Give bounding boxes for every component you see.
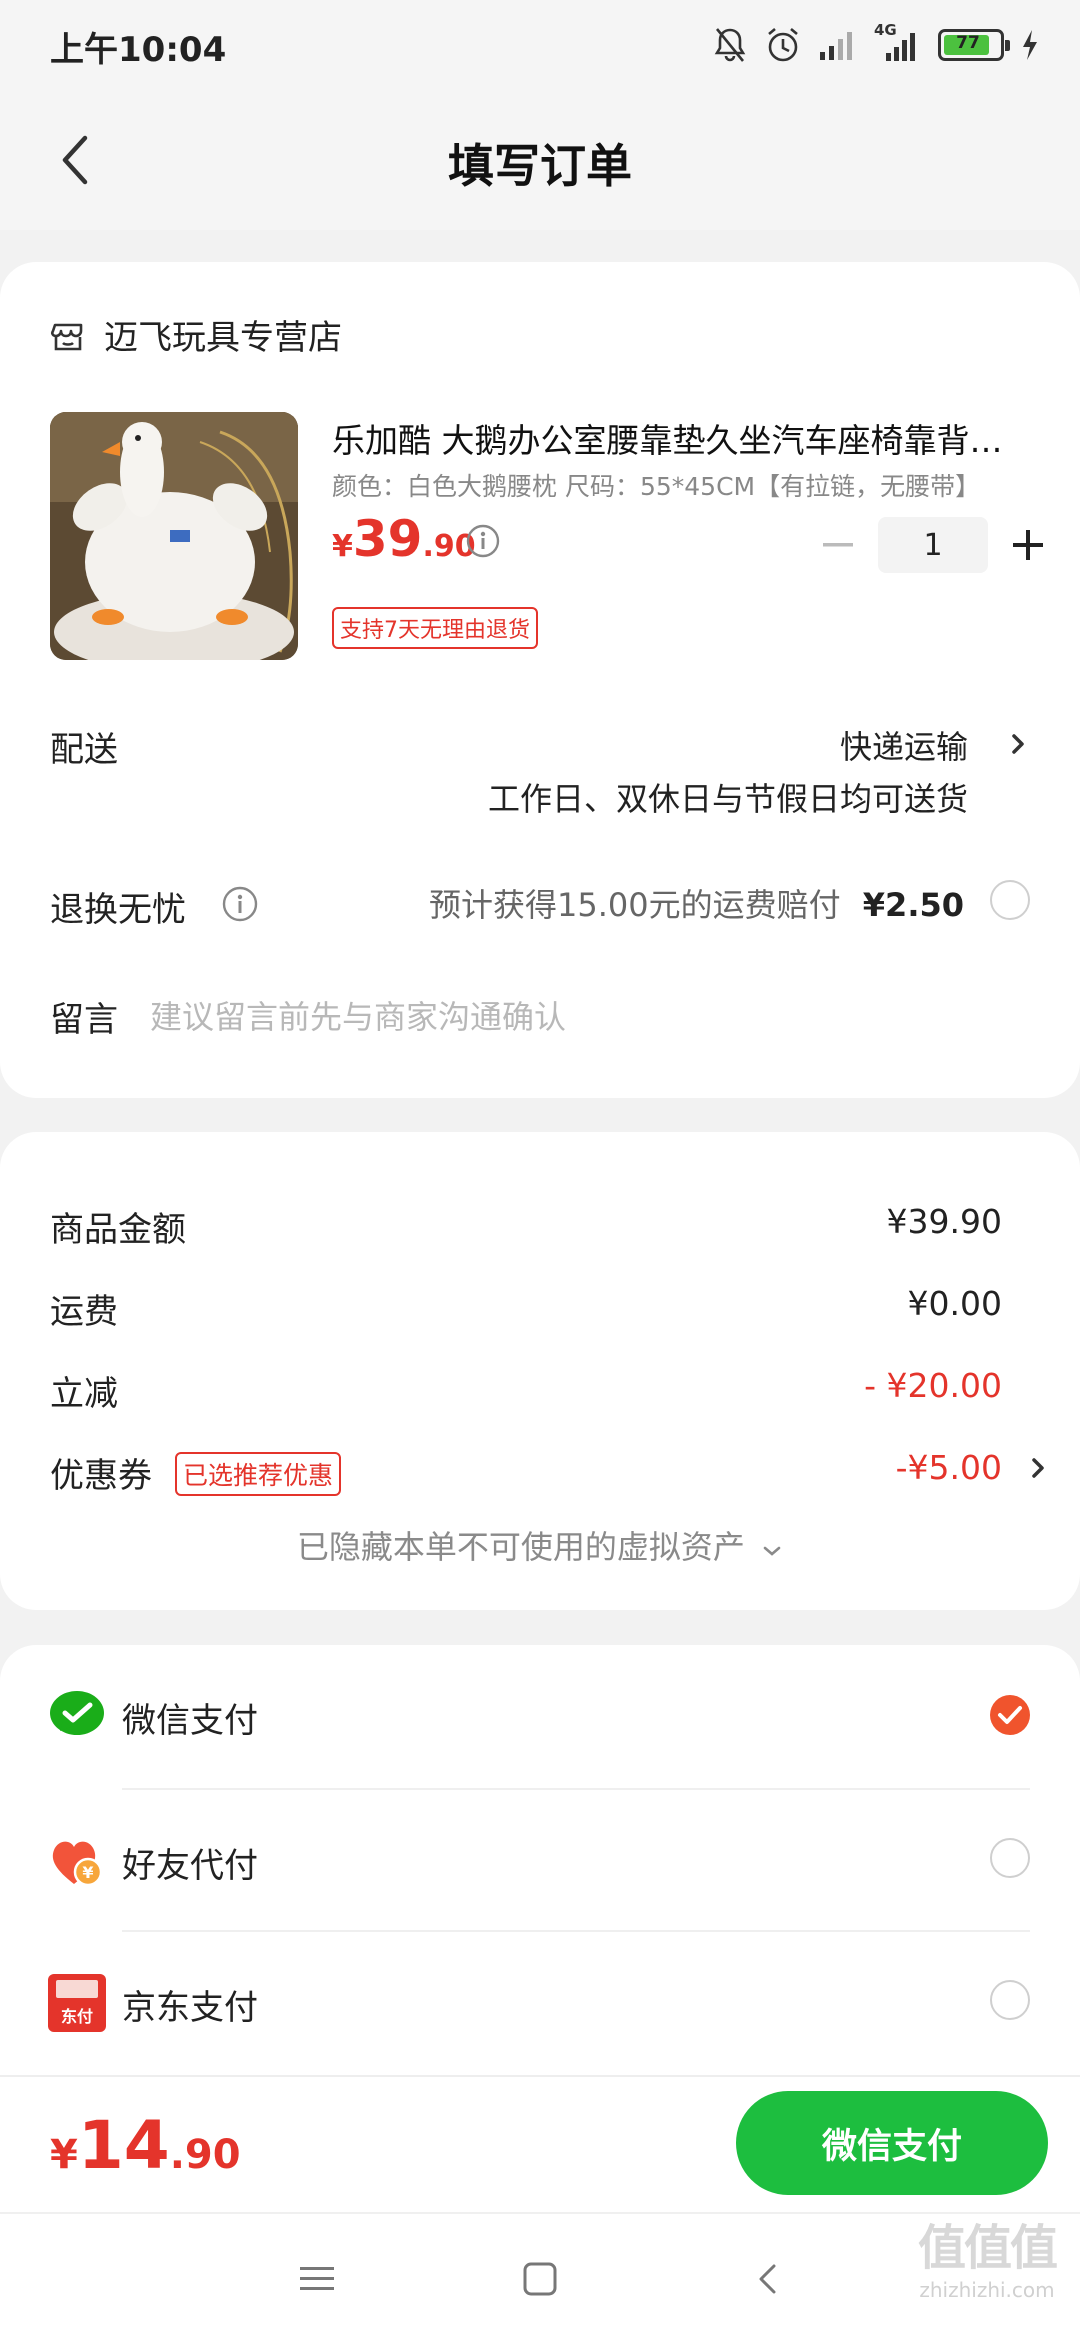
watermark: 值值值 zhizhizhi.com xyxy=(912,2208,1062,2328)
goods-amount-label: 商品金额 xyxy=(50,1210,186,1250)
delivery-label: 配送 xyxy=(50,730,118,770)
page-title: 填写订单 xyxy=(448,139,632,193)
wechat-pay-button[interactable]: 微信支付 xyxy=(736,2091,1048,2195)
price-integer: 39 xyxy=(352,510,423,568)
quantity-stepper: 1 xyxy=(808,517,1058,573)
jd-pay-icon: 东付 xyxy=(48,1974,106,2032)
status-icons: 4G 77 xyxy=(712,21,1040,68)
home-button[interactable] xyxy=(515,2254,565,2304)
return-insurance-label: 退换无忧 xyxy=(50,890,186,930)
return-insurance-description: 预计获得15.00元的运费赔付 ¥2.50 xyxy=(429,880,964,926)
product-title[interactable]: 乐加酷 大鹅办公室腰靠垫久坐汽车座椅靠背枕床头靠枕护腰枕 xyxy=(332,414,1032,462)
order-item-card: 迈飞玩具专营店 乐加酷 大鹅办公室腰靠垫久坐汽车座椅靠背枕床头靠枕护腰枕 颜色：… xyxy=(0,262,1080,1098)
signal-icon xyxy=(820,32,852,60)
mute-bell-icon xyxy=(714,28,746,62)
system-back-button[interactable] xyxy=(742,2254,792,2304)
hidden-assets-text: 已隐藏本单不可使用的虚拟资产 xyxy=(296,1528,745,1566)
coupon-badge: 已选推荐优惠 xyxy=(175,1452,342,1496)
check-icon xyxy=(998,1706,1022,1724)
svg-text:¥: ¥ xyxy=(82,1863,93,1882)
return-insurance-radio[interactable] xyxy=(990,880,1030,920)
menu-button[interactable] xyxy=(292,2254,342,2304)
product-price: ¥39.90 xyxy=(332,510,476,568)
jd-pay-icon-text: 东付 xyxy=(60,2007,93,2026)
price-info-icon[interactable] xyxy=(466,524,500,558)
friend-pay-icon: ¥ xyxy=(52,1841,103,1887)
checkout-bar: ¥14.90 微信支付 xyxy=(0,2075,1080,2212)
discount-value: - ¥20.00 xyxy=(864,1366,1002,1405)
message-input[interactable]: 建议留言前先与商家沟通确认 xyxy=(150,992,566,1038)
payment-radio-wechat[interactable] xyxy=(990,1695,1030,1735)
total-decimal: .90 xyxy=(169,2132,241,2178)
payment-option-jd[interactable]: 东付 京东支付 xyxy=(0,1932,1080,2070)
payment-label-jd: 京东支付 xyxy=(122,1988,258,2028)
wechat-pay-icon xyxy=(50,1691,104,1735)
chevron-down-icon xyxy=(763,1546,781,1556)
alarm-icon xyxy=(768,28,798,62)
menu-icon xyxy=(300,2267,334,2290)
signal-4g-icon: 4G xyxy=(874,21,922,65)
quantity-value[interactable]: 1 xyxy=(878,517,988,573)
charging-icon xyxy=(1023,30,1037,60)
payment-label-wechat: 微信支付 xyxy=(122,1701,258,1741)
payment-radio-jd[interactable] xyxy=(990,1980,1030,2020)
coupon-label[interactable]: 优惠券 xyxy=(50,1448,152,1497)
quantity-decrease-button[interactable] xyxy=(808,517,868,573)
store-icon xyxy=(50,323,83,350)
payment-option-wechat[interactable]: 微信支付 xyxy=(0,1645,1080,1783)
payment-option-friend[interactable]: ¥ 好友代付 xyxy=(0,1790,1080,1928)
coupon-value[interactable]: -¥5.00 xyxy=(896,1448,1002,1487)
delivery-method[interactable]: 快递运输 xyxy=(840,722,968,768)
watermark-url: zhizhizhi.com xyxy=(919,2278,1055,2302)
battery-icon: 77 xyxy=(938,29,1010,61)
shipping-label: 运费 xyxy=(50,1292,118,1332)
coupon-chevron-icon[interactable] xyxy=(1026,1450,1050,1486)
price-currency: ¥ xyxy=(332,529,353,564)
battery-level: 77 xyxy=(956,33,980,53)
return-insurance-text: 预计获得15.00元的运费赔付 xyxy=(428,886,841,924)
shop-row[interactable]: 迈飞玩具专营店 xyxy=(50,310,342,359)
hidden-assets-toggle[interactable]: 已隐藏本单不可使用的虚拟资产 xyxy=(0,1522,1080,1568)
return-policy-badge: 支持7天无理由退货 xyxy=(332,607,538,649)
quantity-increase-button[interactable] xyxy=(998,517,1058,573)
return-insurance-info-icon[interactable] xyxy=(222,886,258,922)
total-integer: 14 xyxy=(77,2107,170,2184)
product-image[interactable] xyxy=(50,412,298,660)
plus-icon xyxy=(1013,530,1043,560)
shipping-value: ¥0.00 xyxy=(907,1284,1002,1323)
delivery-chevron-icon[interactable] xyxy=(1006,726,1030,762)
status-bar: 上午10:04 4G 77 xyxy=(0,0,1080,90)
status-time: 上午10:04 xyxy=(50,30,227,70)
goods-amount-value: ¥39.90 xyxy=(886,1202,1002,1241)
home-square-icon xyxy=(523,2262,557,2296)
total-currency: ¥ xyxy=(50,2132,78,2178)
payment-methods-card: 微信支付 ¥ 好友代付 东付 京东支付 xyxy=(0,1645,1080,2110)
total-amount: ¥14.90 xyxy=(50,2107,241,2184)
nav-bar: 填写订单 xyxy=(0,90,1080,230)
discount-label: 立减 xyxy=(50,1374,118,1414)
product-spec[interactable]: 颜色：白色大鹅腰枕 尺码：55*45CM【有拉链，无腰带】 xyxy=(332,467,1012,503)
shop-name: 迈飞玩具专营店 xyxy=(104,318,342,358)
back-triangle-icon xyxy=(759,2264,776,2294)
payment-label-friend: 好友代付 xyxy=(122,1846,258,1886)
delivery-note: 工作日、双休日与节假日均可送货 xyxy=(487,780,968,818)
price-summary-card: 商品金额 ¥39.90 运费 ¥0.00 立减 - ¥20.00 优惠券 已选推… xyxy=(0,1132,1080,1610)
minus-icon xyxy=(823,543,853,547)
payment-radio-friend[interactable] xyxy=(990,1838,1030,1878)
message-label: 留言 xyxy=(50,1000,118,1040)
return-insurance-price: ¥2.50 xyxy=(862,886,964,924)
watermark-logo: 值值值 xyxy=(917,2220,1058,2276)
